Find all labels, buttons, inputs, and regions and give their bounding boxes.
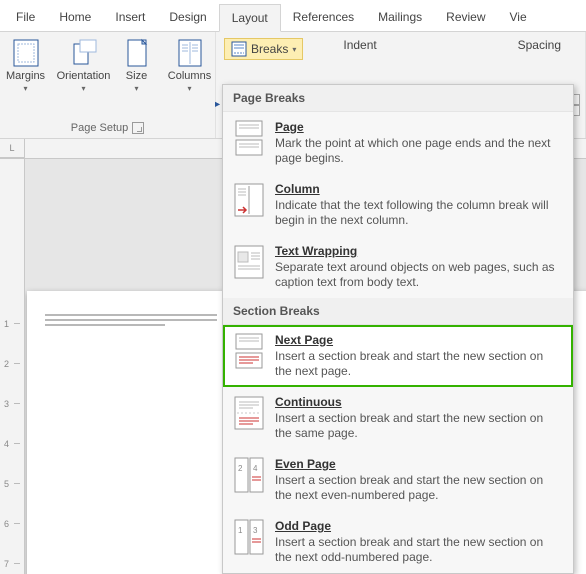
spacing-label: Spacing <box>518 38 561 60</box>
menu-item-title: Even Page <box>275 457 563 471</box>
tab-layout[interactable]: Layout <box>219 4 281 32</box>
menu-item-desc: Insert a section break and start the new… <box>275 349 563 379</box>
chevron-down-icon: ▾ <box>81 84 85 93</box>
group-page-setup: Margins ▾ Orientation ▾ Size ▾ <box>0 32 216 138</box>
tab-mailings[interactable]: Mailings <box>366 4 434 31</box>
menu-item-page[interactable]: ▸ Page Mark the point at which one page … <box>223 112 573 174</box>
margins-icon <box>12 38 40 68</box>
menu-item-next-page[interactable]: ▸ Next Page Insert a section break and s… <box>223 325 573 387</box>
orientation-icon <box>70 38 98 68</box>
margins-button[interactable]: Margins ▾ <box>0 36 52 95</box>
breaks-label: Breaks <box>251 42 288 56</box>
orientation-label: Orientation <box>57 70 111 82</box>
continuous-icon <box>233 395 265 431</box>
menu-item-title: Continuous <box>275 395 563 409</box>
chevron-down-icon: ▾ <box>23 84 27 93</box>
chevron-down-icon: ▾ <box>292 45 296 54</box>
tab-view[interactable]: Vie <box>498 4 539 31</box>
menu-item-desc: Insert a section break and start the new… <box>275 411 563 441</box>
menu-item-title: Odd Page <box>275 519 563 533</box>
columns-label: Columns <box>168 70 211 82</box>
dialog-launcher-icon[interactable] <box>132 122 144 134</box>
margins-label: Margins <box>6 70 45 82</box>
breaks-button[interactable]: Breaks ▾ <box>224 38 303 60</box>
menu-item-desc: Insert a section break and start the new… <box>275 473 563 503</box>
indent-label: Indent <box>343 38 376 60</box>
menu-item-title: Text Wrapping <box>275 244 563 258</box>
size-icon <box>125 38 149 68</box>
even-page-icon: 24 <box>233 457 265 493</box>
menu-item-even-page[interactable]: 24 Even Page Insert a section break and … <box>223 449 573 511</box>
columns-button[interactable]: Columns ▾ <box>164 36 216 95</box>
size-label: Size <box>126 70 147 82</box>
chevron-down-icon: ▾ <box>134 84 138 93</box>
column-break-icon <box>233 182 265 218</box>
size-button[interactable]: Size ▾ <box>116 36 158 95</box>
page-breaks-header: Page Breaks <box>223 85 573 112</box>
svg-text:2: 2 <box>238 464 243 473</box>
tab-insert[interactable]: Insert <box>103 4 157 31</box>
columns-icon <box>177 38 203 68</box>
group-title-page-setup: Page Setup <box>71 120 145 138</box>
menu-item-continuous[interactable]: Continuous Insert a section break and st… <box>223 387 573 449</box>
document-page <box>27 291 235 574</box>
tab-references[interactable]: References <box>281 4 366 31</box>
submenu-arrow-icon: ▸ <box>215 99 220 110</box>
ribbon-tabs: File Home Insert Design Layout Reference… <box>0 0 586 32</box>
svg-text:3: 3 <box>253 526 258 535</box>
svg-text:1: 1 <box>238 526 243 535</box>
ribbon: Margins ▾ Orientation ▾ Size ▾ <box>0 32 586 139</box>
section-breaks-header: Section Breaks <box>223 298 573 325</box>
menu-item-title: Next Page <box>275 333 563 347</box>
text-wrapping-icon <box>233 244 265 280</box>
menu-item-desc: Mark the point at which one page ends an… <box>275 136 563 166</box>
ruler-vertical[interactable]: 1 2 3 4 5 6 7 <box>0 159 25 574</box>
odd-page-icon: 13 <box>233 519 265 555</box>
tab-design[interactable]: Design <box>157 4 218 31</box>
page-break-icon <box>233 120 265 156</box>
tab-home[interactable]: Home <box>47 4 103 31</box>
orientation-button[interactable]: Orientation ▾ <box>58 36 110 95</box>
menu-item-desc: Insert a section break and start the new… <box>275 535 563 565</box>
menu-item-title: Column <box>275 182 563 196</box>
menu-item-odd-page[interactable]: 13 Odd Page Insert a section break and s… <box>223 511 573 573</box>
next-page-icon <box>233 333 265 369</box>
tab-file[interactable]: File <box>4 4 47 31</box>
svg-text:4: 4 <box>253 464 258 473</box>
page-setup-title-text: Page Setup <box>71 122 129 134</box>
menu-item-column[interactable]: Column Indicate that the text following … <box>223 174 573 236</box>
menu-item-desc: Indicate that the text following the col… <box>275 198 563 228</box>
chevron-down-icon: ▾ <box>187 84 191 93</box>
ruler-corner: L <box>0 139 25 158</box>
breaks-dropdown: Page Breaks ▸ Page Mark the point at whi… <box>222 84 574 574</box>
tab-review[interactable]: Review <box>434 4 497 31</box>
menu-item-text-wrapping[interactable]: Text Wrapping Separate text around objec… <box>223 236 573 298</box>
breaks-icon <box>231 41 247 57</box>
menu-item-title: Page <box>275 120 563 134</box>
menu-item-desc: Separate text around objects on web page… <box>275 260 563 290</box>
